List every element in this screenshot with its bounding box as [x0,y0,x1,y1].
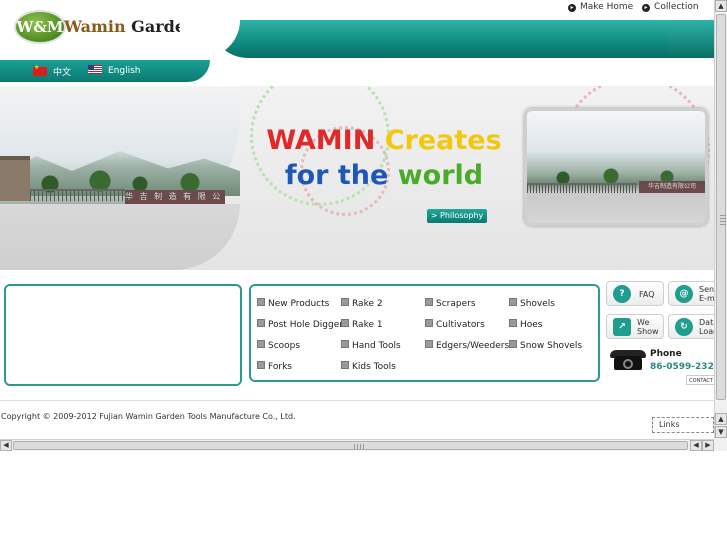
phone-dial [623,359,633,369]
grip-icon [720,215,726,225]
product-link[interactable]: Hoes [509,319,543,330]
product-link[interactable]: Post Hole Diggers [257,319,348,330]
vertical-scrollbar[interactable]: ▲ ▲ ▼ [714,0,727,439]
slogan-line-2: for the world [254,158,514,194]
page: W&M Wamin Garden ▸ Make Home ▸ Collection … [0,0,727,545]
fence [30,189,125,201]
product-link[interactable]: Cultivators [425,319,485,330]
we-show-button[interactable]: ↗ We Show [606,314,664,339]
contact-tag[interactable]: CONTACT [686,375,716,385]
logo-text: Wamin Garden [64,17,197,36]
download-icon: ↻ [675,318,693,336]
weshow-icon: ↗ [613,318,631,336]
slogan: WAMIN Creates for the world [254,124,514,194]
product-link[interactable]: Hand Tools [341,340,401,351]
factory-thumbnail[interactable]: 华吉制造有限公司 [524,108,708,226]
ground [0,204,240,270]
philosophy-button[interactable]: > Philosophy [427,209,487,223]
horizontal-scrollbar[interactable]: ◀ ◀ ▶ [0,439,714,451]
slogan-wamin: WAMIN [266,125,376,156]
slogan-line-1: WAMIN Creates [254,124,514,158]
language-bar: 中文 English [0,60,210,82]
slogan-creates: Creates [384,125,502,156]
we-show-label: We Show [637,318,659,336]
make-home-label: Make Home [580,2,634,12]
phone-label: Phone [650,349,682,359]
lang-chinese-label: 中文 [53,68,72,78]
product-link[interactable]: Scrapers [425,298,476,309]
collection-link[interactable]: ▸ Collection [642,2,699,12]
factory-photo: 华 吉 制 造 有 限 公 司 [0,86,240,270]
product-link[interactable]: Forks [257,361,292,372]
faq-button[interactable]: ? FAQ [606,281,664,306]
product-link[interactable]: Rake 2 [341,298,383,309]
product-link[interactable]: New Products [257,298,329,309]
header: W&M Wamin Garden ▸ Make Home ▸ Collection … [0,0,718,90]
links-dropdown[interactable]: Links [652,417,714,433]
news-box [4,284,242,386]
footer-divider [0,400,714,401]
vertical-scroll-thumb[interactable] [716,14,726,400]
scroll-right-icon[interactable]: ▶ [702,440,714,451]
collection-label: Collection [654,2,699,12]
product-link[interactable]: Rake 1 [341,319,383,330]
us-flag-icon [88,65,102,74]
horizontal-scroll-thumb[interactable] [13,441,688,450]
top-nav: ▸ Make Home ▸ Collection [568,2,705,12]
cn-flag-icon [33,64,47,76]
brand-word-wamin: Wamin [64,17,126,36]
product-category-box: New Products Rake 2 Scrapers Shovels Pos… [249,284,600,382]
make-home-link[interactable]: ▸ Make Home [568,2,633,12]
scrollbar-corner [714,439,727,451]
hero-banner: 华 吉 制 造 有 限 公 司 WAMIN Creates for the wo… [0,86,714,270]
fence [527,183,637,193]
arrow-bullet-icon: ▸ [642,4,651,12]
lang-english-label: English [108,66,141,76]
grip-icon [354,444,366,449]
logo-badge: W&M [14,10,66,44]
faq-icon: ? [613,285,631,303]
lang-english[interactable]: English [88,65,141,76]
scroll-left-icon[interactable]: ◀ [690,440,702,451]
lang-chinese[interactable]: 中文 [33,64,72,78]
arrow-bullet-icon: ▸ [568,4,576,12]
gate-house [0,156,30,201]
product-link[interactable]: Snow Shovels [509,340,582,351]
factory-sign: 华 吉 制 造 有 限 公 司 [125,190,225,204]
product-link[interactable]: Shovels [509,298,555,309]
scroll-up-icon[interactable]: ▲ [715,0,727,12]
scroll-up-icon[interactable]: ▲ [715,413,727,425]
factory-sign: 华吉制造有限公司 [639,181,705,193]
scroll-down-icon[interactable]: ▼ [715,426,727,438]
product-link[interactable]: Scoops [257,340,300,351]
scroll-left-icon[interactable]: ◀ [0,440,12,451]
faq-label: FAQ [639,290,655,299]
slogan-world: world [397,160,484,191]
logo[interactable]: W&M Wamin Garden [10,6,200,48]
product-link[interactable]: Edgers/Weeders [425,340,509,351]
product-link[interactable]: Kids Tools [341,361,396,372]
telephone-icon [610,348,646,372]
header-teal-band [180,20,718,58]
slogan-for-the: for the [284,160,389,191]
email-icon: @ [675,285,693,303]
copyright-text: Copyright © 2009-2012 Fujian Wamin Garde… [1,412,296,421]
